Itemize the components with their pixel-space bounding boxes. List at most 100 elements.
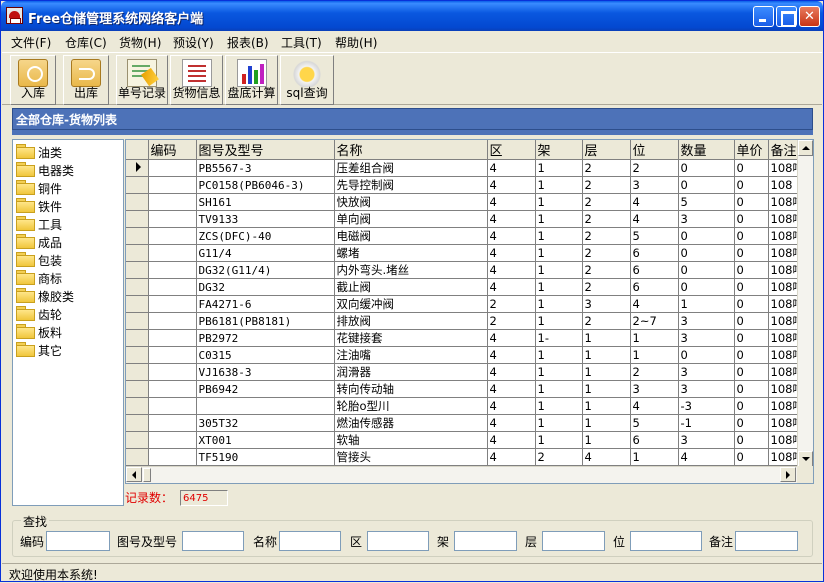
column-header[interactable]: 架 xyxy=(535,140,583,160)
close-button[interactable]: ✕ xyxy=(799,6,820,27)
table-cell[interactable]: G11/4 xyxy=(196,244,335,262)
table-row[interactable]: XT001 软轴 4 1 1 6 3 0 108吨 xyxy=(126,431,807,449)
table-cell[interactable]: 0 xyxy=(678,176,735,194)
column-header[interactable]: 位 xyxy=(630,140,679,160)
table-cell[interactable]: 1 xyxy=(582,397,631,415)
column-header[interactable]: 编码 xyxy=(148,140,197,160)
table-cell[interactable]: 1- xyxy=(535,329,583,347)
table-cell[interactable]: 2 xyxy=(582,159,631,177)
table-cell[interactable]: -1 xyxy=(678,414,735,432)
table-cell[interactable]: 截止阀 xyxy=(334,278,488,296)
table-cell[interactable]: 4 xyxy=(487,346,536,364)
table-cell[interactable]: 0 xyxy=(734,363,769,381)
table-cell[interactable]: 4 xyxy=(678,448,735,466)
table-cell[interactable] xyxy=(148,261,197,279)
table-cell[interactable]: 2 xyxy=(582,312,631,330)
table-cell[interactable]: 1 xyxy=(630,346,679,364)
scroll-up-button[interactable] xyxy=(798,140,813,156)
table-cell[interactable]: 0 xyxy=(734,244,769,262)
table-cell[interactable] xyxy=(148,329,197,347)
table-cell[interactable]: 3 xyxy=(678,431,735,449)
table-cell[interactable]: 0 xyxy=(734,278,769,296)
inventory-calc-button[interactable]: 盘底计算 xyxy=(225,55,278,105)
table-cell[interactable]: 2 xyxy=(535,448,583,466)
table-cell[interactable]: 1 xyxy=(535,227,583,245)
table-row[interactable]: ZCS(DFC)-40 电磁阀 4 1 2 5 0 0 108吨 xyxy=(126,227,807,245)
table-cell[interactable]: 1 xyxy=(582,414,631,432)
table-cell[interactable] xyxy=(148,397,197,415)
row-indicator[interactable] xyxy=(126,397,149,415)
table-cell[interactable]: 1 xyxy=(582,346,631,364)
table-cell[interactable]: 排放阀 xyxy=(334,312,488,330)
table-cell[interactable]: 2 xyxy=(582,176,631,194)
table-cell[interactable]: 转向传动轴 xyxy=(334,380,488,398)
stock-in-button[interactable]: 入库 xyxy=(10,55,56,105)
table-cell[interactable]: 0 xyxy=(734,193,769,211)
table-cell[interactable]: 6 xyxy=(630,278,679,296)
table-cell[interactable]: 1 xyxy=(582,363,631,381)
table-cell[interactable]: 0 xyxy=(734,329,769,347)
table-cell[interactable]: 0 xyxy=(734,159,769,177)
table-cell[interactable]: PB5567-3 xyxy=(196,159,335,177)
table-cell[interactable]: 4 xyxy=(487,210,536,228)
table-cell[interactable]: 2~7 xyxy=(630,312,679,330)
table-cell[interactable] xyxy=(148,312,197,330)
table-cell[interactable]: PB2972 xyxy=(196,329,335,347)
table-cell[interactable]: 3 xyxy=(678,312,735,330)
table-row[interactable]: C0315 注油嘴 4 1 1 1 0 0 108吨 xyxy=(126,346,807,364)
scroll-thumb[interactable] xyxy=(143,468,151,482)
row-indicator[interactable] xyxy=(126,312,149,330)
table-cell[interactable] xyxy=(148,431,197,449)
table-cell[interactable]: 1 xyxy=(535,176,583,194)
table-cell[interactable]: -3 xyxy=(678,397,735,415)
table-cell[interactable]: 花键接套 xyxy=(334,329,488,347)
table-cell[interactable]: 4 xyxy=(630,397,679,415)
table-cell[interactable]: 1 xyxy=(535,431,583,449)
table-cell[interactable]: 0 xyxy=(734,295,769,313)
row-indicator[interactable] xyxy=(126,414,149,432)
table-cell[interactable]: 0 xyxy=(678,159,735,177)
row-indicator[interactable] xyxy=(126,295,149,313)
table-cell[interactable]: 2 xyxy=(582,193,631,211)
position-input[interactable] xyxy=(630,531,702,551)
table-cell[interactable]: 6 xyxy=(630,431,679,449)
menu-file[interactable]: 文件(F) xyxy=(11,34,51,51)
row-indicator[interactable] xyxy=(126,193,149,211)
table-cell[interactable]: 4 xyxy=(487,278,536,296)
row-indicator[interactable] xyxy=(126,346,149,364)
row-indicator[interactable] xyxy=(126,278,149,296)
table-row[interactable]: PB2972 花键接套 4 1- 1 1 3 0 108吨 xyxy=(126,329,807,347)
rack-input[interactable] xyxy=(454,531,517,551)
table-cell[interactable]: 4 xyxy=(487,363,536,381)
table-cell[interactable]: FA4271-6 xyxy=(196,295,335,313)
table-cell[interactable]: 螺堵 xyxy=(334,244,488,262)
table-cell[interactable]: 0 xyxy=(734,261,769,279)
table-cell[interactable]: 305T32 xyxy=(196,414,335,432)
maximize-button[interactable] xyxy=(776,6,797,27)
table-cell[interactable] xyxy=(148,176,197,194)
table-row[interactable]: G11/4 螺堵 4 1 2 6 0 0 108吨 xyxy=(126,244,807,262)
table-cell[interactable]: 先导控制阀 xyxy=(334,176,488,194)
table-row[interactable]: PB6942 转向传动轴 4 1 1 3 3 0 108吨 xyxy=(126,380,807,398)
table-cell[interactable]: 5 xyxy=(630,227,679,245)
column-header[interactable]: 单价 xyxy=(734,140,769,160)
column-header[interactable]: 名称 xyxy=(334,140,488,160)
table-cell[interactable]: VJ1638-3 xyxy=(196,363,335,381)
table-cell[interactable]: XT001 xyxy=(196,431,335,449)
scroll-left-button[interactable] xyxy=(126,467,142,482)
row-indicator[interactable] xyxy=(126,329,149,347)
table-cell[interactable] xyxy=(148,363,197,381)
table-cell[interactable]: 燃油传感器 xyxy=(334,414,488,432)
table-cell[interactable] xyxy=(148,346,197,364)
remark-input[interactable] xyxy=(735,531,798,551)
column-header[interactable]: 区 xyxy=(487,140,536,160)
table-row[interactable]: TF5190 管接头 4 2 4 1 4 0 108吨 xyxy=(126,448,807,466)
table-row[interactable]: VJ1638-3 润滑器 4 1 1 2 3 0 108吨 xyxy=(126,363,807,381)
table-cell[interactable]: TV9133 xyxy=(196,210,335,228)
table-cell[interactable]: 2 xyxy=(582,261,631,279)
table-cell[interactable]: 0 xyxy=(734,414,769,432)
table-cell[interactable] xyxy=(148,193,197,211)
table-cell[interactable]: 软轴 xyxy=(334,431,488,449)
table-cell[interactable]: 1 xyxy=(582,431,631,449)
table-row[interactable]: DG32(G11/4) 内外弯头.堵丝 4 1 2 6 0 0 108吨 xyxy=(126,261,807,279)
